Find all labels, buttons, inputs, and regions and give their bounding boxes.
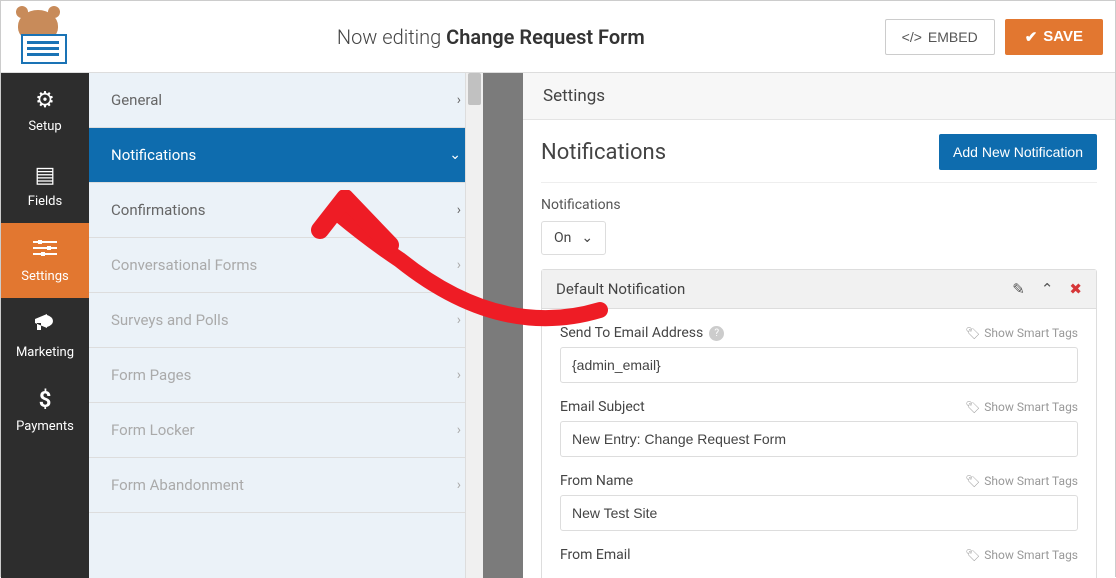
- save-button[interactable]: ✔ SAVE: [1005, 19, 1103, 55]
- chevron-down-icon: ⌄: [581, 230, 593, 246]
- dollar-icon: $: [39, 388, 52, 413]
- collapse-icon[interactable]: ⌃: [1041, 280, 1054, 298]
- subpanel-item-form-pages[interactable]: Form Pages ›: [89, 348, 483, 403]
- rail-fields[interactable]: ▤ Fields: [1, 148, 89, 223]
- list-icon: ▤: [35, 163, 56, 188]
- subpanel-item-general[interactable]: General ›: [89, 73, 483, 128]
- smart-tags-link[interactable]: 🏷 Show Smart Tags: [965, 474, 1078, 488]
- panel-divider: [483, 73, 523, 578]
- tag-icon: 🏷: [965, 400, 980, 414]
- check-icon: ✔: [1025, 28, 1038, 46]
- tag-icon: 🏷: [965, 326, 980, 340]
- subject-input[interactable]: [560, 421, 1078, 457]
- subpanel-item-confirmations[interactable]: Confirmations ›: [89, 183, 483, 238]
- chevron-right-icon: ›: [457, 312, 461, 328]
- edit-icon[interactable]: ✎: [1012, 280, 1025, 298]
- sliders-icon: [33, 238, 57, 263]
- main-panel: Settings Notifications Add New Notificat…: [523, 73, 1115, 578]
- chevron-right-icon: ›: [457, 367, 461, 383]
- subpanel-item-notifications[interactable]: Notifications ⌄: [89, 128, 483, 183]
- help-icon[interactable]: ?: [709, 326, 724, 341]
- top-bar: Now editing Change Request Form </> EMBE…: [1, 1, 1115, 73]
- editing-title: Now editing Change Request Form: [97, 25, 885, 49]
- scrollbar[interactable]: [465, 73, 483, 578]
- code-icon: </>: [902, 29, 922, 45]
- send-to-input[interactable]: [560, 347, 1078, 383]
- toggle-label: Notifications: [541, 197, 1097, 213]
- app-logo: [13, 10, 77, 64]
- rail-settings[interactable]: Settings: [1, 223, 89, 298]
- bullhorn-icon: [33, 311, 57, 339]
- tag-icon: 🏷: [965, 474, 980, 488]
- chevron-right-icon: ›: [457, 477, 461, 493]
- rail-marketing[interactable]: Marketing: [1, 298, 89, 373]
- from-name-label: From Name: [560, 473, 633, 489]
- smart-tags-link[interactable]: 🏷 Show Smart Tags: [965, 400, 1078, 414]
- add-notification-button[interactable]: Add New Notification: [939, 134, 1097, 170]
- chevron-down-icon: ⌄: [449, 147, 461, 163]
- from-name-input[interactable]: [560, 495, 1078, 531]
- chevron-right-icon: ›: [457, 92, 461, 108]
- subpanel-item-conversational[interactable]: Conversational Forms ›: [89, 238, 483, 293]
- rail-setup[interactable]: ⚙ Setup: [1, 73, 89, 148]
- settings-subpanel: General › Notifications ⌄ Confirmations …: [89, 73, 483, 578]
- send-to-label: Send To Email Address ?: [560, 325, 724, 341]
- tag-icon: 🏷: [965, 548, 980, 562]
- smart-tags-link[interactable]: 🏷 Show Smart Tags: [965, 548, 1078, 562]
- notifications-toggle[interactable]: On ⌄: [541, 221, 606, 255]
- main-header: Settings: [523, 73, 1115, 120]
- chevron-right-icon: ›: [457, 422, 461, 438]
- scroll-thumb[interactable]: [468, 73, 481, 105]
- subpanel-item-surveys[interactable]: Surveys and Polls ›: [89, 293, 483, 348]
- delete-icon[interactable]: ✖: [1069, 280, 1082, 298]
- subpanel-item-abandonment[interactable]: Form Abandonment ›: [89, 458, 483, 513]
- left-rail: ⚙ Setup ▤ Fields Settings Marketing $ Pa…: [1, 73, 89, 578]
- subject-label: Email Subject: [560, 399, 645, 415]
- from-email-label: From Email: [560, 547, 631, 563]
- chevron-right-icon: ›: [457, 202, 461, 218]
- rail-payments[interactable]: $ Payments: [1, 373, 89, 448]
- subpanel-item-form-locker[interactable]: Form Locker ›: [89, 403, 483, 458]
- gear-icon: ⚙: [35, 88, 55, 113]
- chevron-right-icon: ›: [457, 257, 461, 273]
- card-title: Default Notification: [556, 280, 1012, 298]
- smart-tags-link[interactable]: 🏷 Show Smart Tags: [965, 326, 1078, 340]
- embed-button[interactable]: </> EMBED: [885, 19, 995, 55]
- section-title: Notifications: [541, 140, 666, 165]
- notification-card: Default Notification ✎ ⌃ ✖ Send To Email…: [541, 269, 1097, 578]
